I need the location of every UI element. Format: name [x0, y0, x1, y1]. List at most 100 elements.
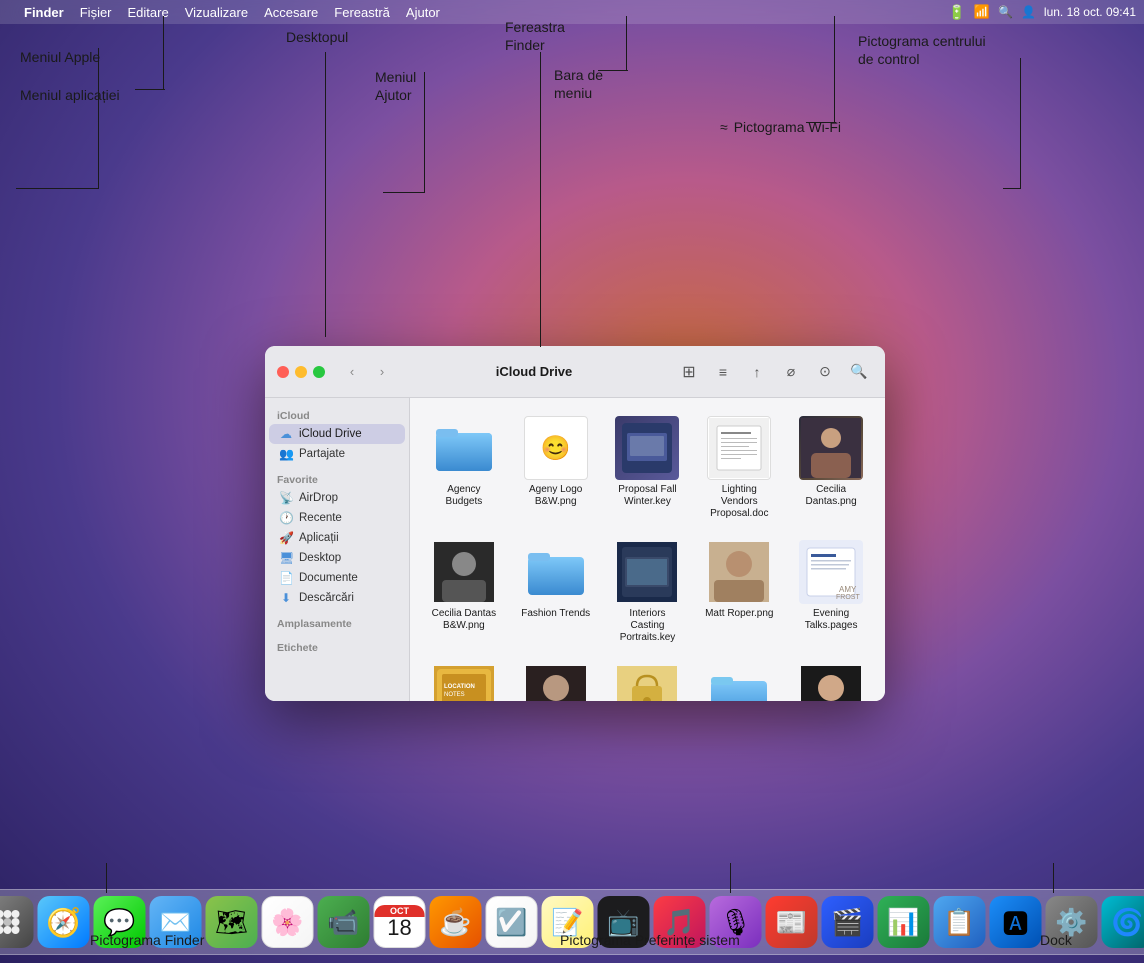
file-name-cecilia-dantas: Cecilia Dantas.png	[795, 484, 867, 508]
file-item-talent-deck[interactable]: Talent Deck	[697, 658, 781, 701]
sidebar-item-icloud-drive[interactable]: ☁ iCloud Drive	[269, 424, 405, 444]
dock-icon-appstore[interactable]: 🅰	[990, 896, 1042, 948]
dock-icon-maps[interactable]: 🗺	[206, 896, 258, 948]
vizualizare-menu[interactable]: Vizualizare	[185, 5, 248, 20]
sidebar-section-etichete: Etichete	[265, 638, 409, 656]
fisier-menu[interactable]: Fișier	[80, 5, 112, 20]
editare-menu[interactable]: Editare	[128, 5, 169, 20]
aplicatii-icon: 🚀	[279, 531, 293, 545]
annotation-meniu-apple: Meniul Apple	[20, 48, 100, 66]
annotation-meniu-aplicatiei: Meniul aplicației	[20, 86, 120, 104]
file-item-cecilia-bw[interactable]: Cecilia Dantas B&W.png	[422, 534, 506, 650]
finder-body: iCloud ☁ iCloud Drive 👥 Partajate Favori…	[265, 398, 885, 701]
file-item-vera-san[interactable]: Vera San.png	[789, 658, 873, 701]
datetime-display: lun. 18 oct. 09:41	[1044, 5, 1136, 19]
dock-icon-notes[interactable]: 📝	[542, 896, 594, 948]
file-name-agency-budgets: Agency Budgets	[428, 484, 500, 508]
file-item-tote-bag[interactable]: Tote Bag.jpg	[606, 658, 690, 701]
dock-icon-safari[interactable]: 🧭	[38, 896, 90, 948]
file-item-abby[interactable]: Abby.png	[514, 658, 598, 701]
file-name-fashion-trends: Fashion Trends	[521, 608, 590, 620]
dock-icon-music[interactable]: 🎵	[654, 896, 706, 948]
file-item-ageny-logo[interactable]: 😊 Ageny Logo B&W.png	[514, 410, 598, 526]
close-button[interactable]	[277, 366, 289, 378]
dock-icon-keynote[interactable]: 🎬	[822, 896, 874, 948]
dock-icon-facetime[interactable]: 📹	[318, 896, 370, 948]
dock-icon-amphetamine[interactable]: ☕	[430, 896, 482, 948]
file-name-ageny-logo: Ageny Logo B&W.png	[520, 484, 592, 508]
dock-icon-photos[interactable]: 🌸	[262, 896, 314, 948]
dock-icon-launchpad[interactable]	[0, 896, 34, 948]
tag-button[interactable]: ⌀	[777, 361, 805, 383]
share-button[interactable]: ↑	[743, 361, 771, 383]
sidebar-section-icloud: iCloud	[265, 406, 409, 424]
sidebar-item-aplicatii-label: Aplicații	[299, 532, 339, 544]
window-title: iCloud Drive	[401, 364, 667, 379]
file-item-cecilia-dantas[interactable]: Cecilia Dantas.png	[789, 410, 873, 526]
file-item-interiors-casting[interactable]: Interiors Casting Portraits.key	[606, 534, 690, 650]
app-name-menu[interactable]: Finder	[24, 5, 64, 20]
documente-icon: 📄	[279, 571, 293, 585]
sidebar-item-recente[interactable]: 🕐 Recente	[269, 508, 405, 528]
svg-text:NOTES: NOTES	[444, 692, 465, 698]
file-item-agency-budgets[interactable]: Agency Budgets	[422, 410, 506, 526]
user-icon[interactable]: 👤	[1021, 5, 1036, 19]
sidebar-item-partajate[interactable]: 👥 Partajate	[269, 444, 405, 464]
svg-text:LOCATION: LOCATION	[444, 684, 475, 690]
annotation-wifi: ≈Pictograma Wi-Fi	[720, 118, 841, 136]
desktop-icon: 🖥	[279, 551, 293, 565]
dock-icon-calendar[interactable]: OCT 18	[374, 896, 426, 948]
back-button[interactable]: ‹	[341, 361, 363, 383]
sidebar-item-airdrop[interactable]: 📡 AirDrop	[269, 488, 405, 508]
file-name-cecilia-bw: Cecilia Dantas B&W.png	[428, 608, 500, 632]
partajate-icon: 👥	[279, 447, 293, 461]
recente-icon: 🕐	[279, 511, 293, 525]
file-item-lighting-vendors[interactable]: Lighting Vendors Proposal.doc	[697, 410, 781, 526]
sidebar-item-desktop-label: Desktop	[299, 552, 341, 564]
file-item-matt-roper[interactable]: Matt Roper.png	[697, 534, 781, 650]
maximize-button[interactable]	[313, 366, 325, 378]
forward-button[interactable]: ›	[371, 361, 393, 383]
sidebar-item-desktop[interactable]: 🖥 Desktop	[269, 548, 405, 568]
sidebar-item-descarcari-label: Descărcări	[299, 592, 354, 604]
svg-text:FROST: FROST	[836, 594, 860, 601]
dock-icon-numbers[interactable]: 📊	[878, 896, 930, 948]
file-item-evening-talks[interactable]: AMY FROST Evening Talks.pages	[789, 534, 873, 650]
dock-icon-messages[interactable]: 💬	[94, 896, 146, 948]
dock-icon-news[interactable]: 📰	[766, 896, 818, 948]
dock-icon-mail[interactable]: ✉️	[150, 896, 202, 948]
sidebar-item-aplicatii[interactable]: 🚀 Aplicații	[269, 528, 405, 548]
annotation-desktopul: Desktopul	[286, 28, 348, 46]
minimize-button[interactable]	[295, 366, 307, 378]
sidebar-item-descarcari[interactable]: ⬇ Descărcări	[269, 588, 405, 608]
view-list-button[interactable]: ≡	[709, 361, 737, 383]
traffic-lights	[277, 366, 325, 378]
search-button[interactable]: 🔍	[845, 361, 873, 383]
wifi-icon[interactable]: 📶	[974, 4, 990, 20]
dock-icon-pages[interactable]: 📋	[934, 896, 986, 948]
sidebar-item-documente[interactable]: 📄 Documente	[269, 568, 405, 588]
dock: 🧭 💬 ✉️ 🗺 🌸 📹 OCT 18 ☕ ☑️ 📝 📺 🎵 🎙 📰	[0, 889, 1144, 955]
dock-icon-podcasts[interactable]: 🎙	[710, 896, 762, 948]
desktop: Finder Fișier Editare Vizualizare Accesa…	[0, 0, 1144, 963]
fereastra-menu[interactable]: Fereastră	[334, 5, 390, 20]
svg-text:AMY: AMY	[839, 585, 857, 594]
file-grid: Agency Budgets 😊 Ageny Logo B&W.png	[422, 410, 873, 701]
annotation-meniu-ajutor: Meniul Ajutor	[375, 68, 416, 104]
search-icon[interactable]: 🔍	[998, 5, 1013, 19]
view-grid-button[interactable]: ⊞	[675, 361, 703, 383]
action-button[interactable]: ⊙	[811, 361, 839, 383]
sidebar-item-recente-label: Recente	[299, 512, 342, 524]
accesare-menu[interactable]: Accesare	[264, 5, 318, 20]
menubar: Finder Fișier Editare Vizualizare Accesa…	[0, 0, 1144, 24]
dock-icon-appletv[interactable]: 📺	[598, 896, 650, 948]
dock-icon-systemprefs[interactable]: ⚙️	[1046, 896, 1098, 948]
file-item-locations-notes[interactable]: LOCATION NOTES Locations Notes.key	[422, 658, 506, 701]
file-item-proposal-fall[interactable]: Proposal Fall Winter.key	[606, 410, 690, 526]
sidebar-section-amplasamente: Amplasamente	[265, 614, 409, 632]
dock-icon-reminders[interactable]: ☑️	[486, 896, 538, 948]
ajutor-menu[interactable]: Ajutor	[406, 5, 440, 20]
dock-icon-screensaver[interactable]: 🌀	[1102, 896, 1144, 948]
file-item-fashion-trends[interactable]: Fashion Trends	[514, 534, 598, 650]
file-name-interiors-casting: Interiors Casting Portraits.key	[611, 608, 683, 644]
